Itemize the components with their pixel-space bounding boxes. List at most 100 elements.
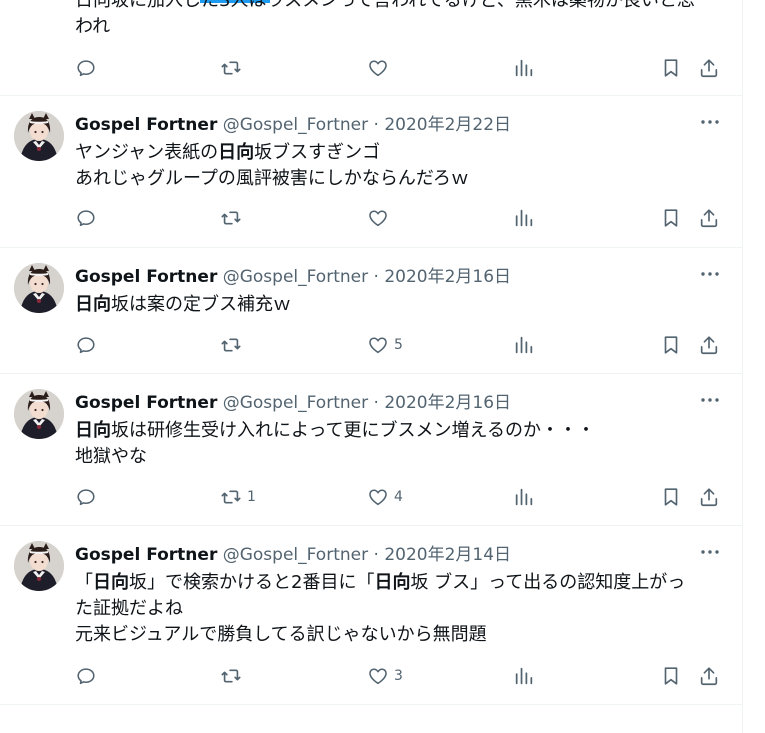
reply-button[interactable] [75,206,97,230]
tweet-text-line: た証拠だよね [75,596,685,622]
views-button[interactable] [513,485,535,509]
bookmark-icon [660,334,682,356]
text-span: 坂は研修生受け入れによって更にブスメン増えるのか・・・ [111,420,596,441]
like-button[interactable] [367,56,389,80]
user-handle[interactable]: @Gospel_Fortner [223,393,368,413]
display-name[interactable]: Gospel Fortner [75,267,217,287]
share-button[interactable] [698,56,720,80]
retweet-icon [220,334,242,356]
like-count: 5 [394,337,403,353]
like-count: 4 [394,489,403,505]
tweet-text-line: 「日向坂」で検索かけると2番目に「日向坂 ブス」って出るの認知度上がっ [75,570,685,596]
reply-button[interactable] [75,485,97,509]
user-handle[interactable]: @Gospel_Fortner [223,115,368,135]
like-count: 3 [394,668,403,684]
more-options-button[interactable] [698,110,722,134]
more-icon [698,271,722,290]
like-button[interactable]: 4 [367,485,403,509]
avatar[interactable] [14,263,64,313]
like-icon [367,665,389,687]
tweet-date[interactable]: 2020年2月16日 [384,267,511,287]
display-name[interactable]: Gospel Fortner [75,115,217,135]
bookmark-button[interactable] [660,206,682,230]
reply-button[interactable] [75,333,97,357]
highlight-term: 日向 [75,420,111,441]
retweet-icon [220,57,242,79]
retweet-button[interactable] [220,333,242,357]
separator: · [373,267,379,287]
share-button[interactable] [698,664,720,688]
avatar[interactable] [14,389,64,439]
tweet-date[interactable]: 2020年2月14日 [384,545,511,565]
tweet-text: 「日向坂」で検索かけると2番目に「日向坂 ブス」って出るの認知度上がっ た証拠だよ… [75,570,685,648]
share-button[interactable] [698,206,720,230]
tweet-partial[interactable]: 日向坂に加入した3人はラスメンって言われてるけど、黒木は薬物か良いと思 われ [0,0,742,96]
highlight-term: 日向 [218,142,255,163]
display-name[interactable]: Gospel Fortner [75,545,217,565]
tweet-text-line: 日向坂は研修生受け入れによって更にブスメン増えるのか・・・ [75,418,595,444]
text-span: 坂は案の定ブス補充ｗ [111,294,291,315]
like-icon [367,334,389,356]
user-handle[interactable]: @Gospel_Fortner [223,545,368,565]
retweet-button[interactable] [220,664,242,688]
reply-button[interactable] [75,664,97,688]
share-icon [698,486,720,508]
share-button[interactable] [698,333,720,357]
reply-button[interactable] [75,56,97,80]
more-options-button[interactable] [698,388,722,412]
tweet[interactable]: Gospel Fortner @Gospel_Fortner · 2020年2月… [0,374,742,526]
bookmark-button[interactable] [660,664,682,688]
like-button[interactable] [367,206,389,230]
views-button[interactable] [513,206,535,230]
views-icon [513,665,535,687]
views-icon [513,57,535,79]
tweet-actions [75,56,723,80]
bookmark-icon [660,207,682,229]
tweet-header: Gospel Fortner @Gospel_Fortner · 2020年2月… [75,266,511,288]
bookmark-button[interactable] [660,333,682,357]
bookmark-button[interactable] [660,485,682,509]
reply-icon [75,207,97,229]
views-button[interactable] [513,56,535,80]
tweet-date[interactable]: 2020年2月16日 [384,393,511,413]
tweet[interactable]: Gospel Fortner @Gospel_Fortner · 2020年2月… [0,526,742,705]
separator: · [373,115,379,135]
user-handle[interactable]: @Gospel_Fortner [223,267,368,287]
share-button[interactable] [698,485,720,509]
tweet-text-line: われ [75,16,111,37]
display-name[interactable]: Gospel Fortner [75,393,217,413]
more-options-button[interactable] [698,262,722,286]
like-button[interactable]: 3 [367,664,403,688]
avatar[interactable] [14,541,64,591]
retweet-button[interactable] [220,206,242,230]
share-icon [698,334,720,356]
tweet[interactable]: Gospel Fortner @Gospel_Fortner · 2020年2月… [0,96,742,248]
tweet-actions: 5 [75,333,723,357]
views-button[interactable] [513,333,535,357]
timeline: 日向坂に加入した3人はラスメンって言われてるけど、黒木は薬物か良いと思 われ G… [0,0,743,733]
text-span: 坂」で検索かけると2番目に「 [129,572,375,593]
retweet-button[interactable]: 1 [220,485,256,509]
avatar[interactable] [14,111,64,161]
views-icon [513,486,535,508]
tweet-text: 日向坂は案の定ブス補充ｗ [75,292,291,318]
share-icon [698,207,720,229]
like-icon [367,207,389,229]
tweet-date[interactable]: 2020年2月22日 [384,115,511,135]
bookmark-button[interactable] [660,56,682,80]
more-options-button[interactable] [698,540,722,564]
views-button[interactable] [513,664,535,688]
tweet[interactable]: Gospel Fortner @Gospel_Fortner · 2020年2月… [0,248,742,374]
more-icon [698,549,722,568]
retweet-icon [220,486,242,508]
tweet-text: 日向坂は研修生受け入れによって更にブスメン増えるのか・・・ 地獄やな [75,418,595,470]
like-button[interactable]: 5 [367,333,403,357]
bookmark-icon [660,665,682,687]
highlight-term: 日向 [75,294,111,315]
text-span: 坂ブスすぎンゴ [254,142,381,163]
tweet-actions: 3 [75,664,723,688]
separator: · [373,393,379,413]
retweet-button[interactable] [220,56,242,80]
tweet-header: Gospel Fortner @Gospel_Fortner · 2020年2月… [75,114,511,136]
reply-icon [75,665,97,687]
